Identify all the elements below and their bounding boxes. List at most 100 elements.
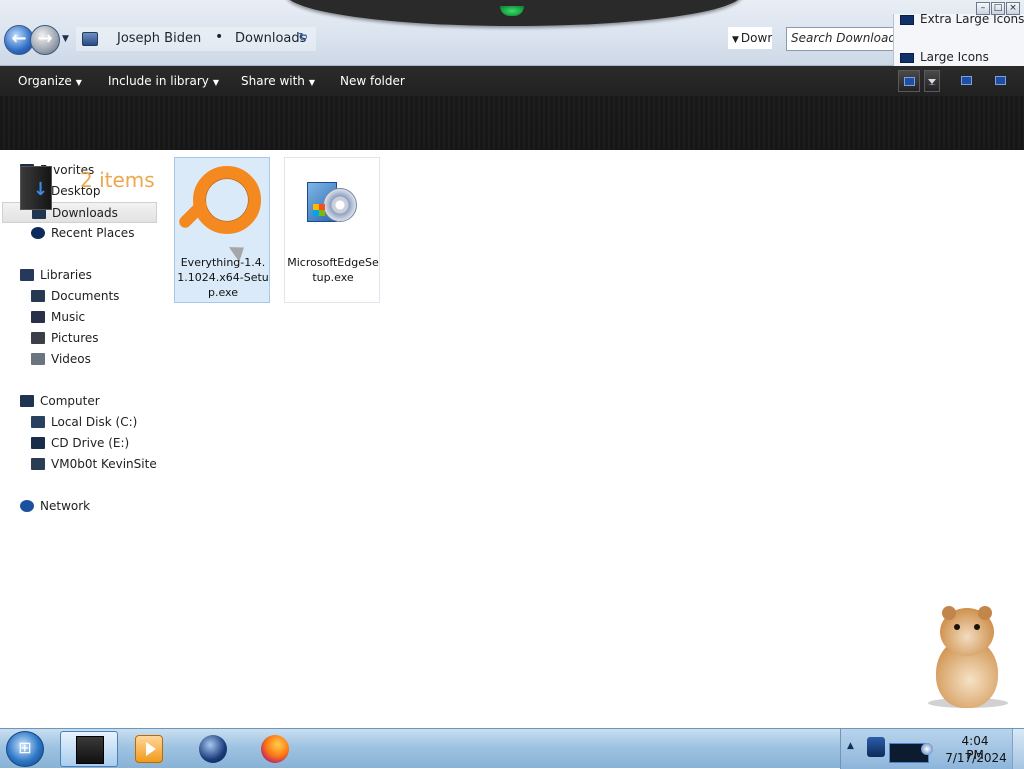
item-count: 2 items <box>80 168 155 192</box>
nav-label: CD Drive (E:) <box>51 436 130 450</box>
preview-pane-icon <box>961 76 972 85</box>
cd-drive-icon <box>31 437 45 449</box>
download-arrow-icon: ↓ <box>33 179 49 200</box>
nav-label: Computer <box>40 394 100 408</box>
mascot-ear <box>942 606 956 620</box>
close-button[interactable]: × <box>1006 2 1020 15</box>
dropdown-caret-icon: ▼ <box>308 78 316 87</box>
address-bar[interactable]: Joseph Biden • Downloads ↻ <box>76 27 316 51</box>
nav-label: Network <box>40 499 91 513</box>
view-option-label: Large Icons <box>920 50 989 64</box>
folder-location-icon <box>82 32 98 46</box>
recent-places-icon <box>31 227 45 239</box>
breadcrumb-user[interactable]: Joseph Biden <box>117 31 201 46</box>
nav-network[interactable]: Network <box>20 496 90 517</box>
dropdown-caret-icon: ▼ <box>212 78 220 87</box>
view-thumbnail-icon <box>900 14 914 25</box>
nav-label: Pictures <box>51 331 99 345</box>
start-button[interactable]: ⊞ <box>6 731 44 767</box>
computer-icon <box>20 395 34 407</box>
change-view-button[interactable] <box>898 70 920 92</box>
file-name: Everything-1.4.1.1024.x64-Setup.exe <box>177 256 269 299</box>
nav-local-disk[interactable]: Local Disk (C:) <box>31 412 137 433</box>
view-thumbnail-icon <box>900 52 914 63</box>
tray-shield-icon[interactable] <box>867 737 885 757</box>
nav-label: Libraries <box>40 268 92 282</box>
view-dropdown-label: Dowr <box>740 31 772 45</box>
nav-cd-drive[interactable]: CD Drive (E:) <box>31 433 129 454</box>
include-in-library-button[interactable]: Include in library ▼ <box>108 74 219 88</box>
taskbar-firefox[interactable] <box>246 731 304 767</box>
nav-network-share[interactable]: VM0b0t KevinSite <box>31 454 157 475</box>
dropdown-caret-icon: ▼ <box>75 78 82 87</box>
file-name: MicrosoftEdgeSetup.exe <box>287 256 379 284</box>
view-options-dropdown[interactable] <box>924 70 940 92</box>
tray-network-icon[interactable] <box>921 743 933 755</box>
downloads-folder-icon: ↓ <box>20 166 52 210</box>
pictures-icon <box>31 332 45 344</box>
forward-arrow-icon: → <box>37 28 53 49</box>
show-desktop-button[interactable] <box>1012 729 1024 769</box>
forward-button[interactable]: → <box>30 25 60 55</box>
media-player-icon <box>135 735 163 763</box>
recent-pages-dropdown[interactable]: ▼ <box>62 32 72 46</box>
clock-date[interactable]: 7/17/2024 <box>945 751 1007 765</box>
tray-expand-icon[interactable]: ▲ <box>847 741 854 751</box>
taskbar-media-player[interactable] <box>120 731 178 767</box>
search-input[interactable]: Search Downloads <box>791 31 902 45</box>
hamster-mascot[interactable] <box>928 606 1008 708</box>
hard-disk-icon <box>31 416 45 428</box>
breadcrumb-separator: • <box>215 29 224 45</box>
maximize-button[interactable]: □ <box>991 2 1005 15</box>
network-drive-icon <box>31 458 45 470</box>
windows-logo-icon <box>313 204 325 216</box>
share-with-label: Share with <box>241 74 305 88</box>
breadcrumb-downloads[interactable]: Downloads <box>235 31 306 46</box>
view-dropdown-ghost[interactable]: ▼ Dowr <box>728 27 772 49</box>
mascot-eye <box>974 624 980 630</box>
mascot-eye <box>954 624 960 630</box>
dropdown-caret-icon: ▼ <box>732 35 739 45</box>
nav-videos[interactable]: Videos <box>31 349 91 370</box>
nav-recent-places[interactable]: Recent Places <box>31 223 134 244</box>
organize-button[interactable]: Organize ▼ <box>18 74 82 88</box>
new-folder-button[interactable]: New folder <box>340 74 405 88</box>
taskbar-explorer[interactable] <box>60 731 118 767</box>
nav-label: Documents <box>51 289 120 303</box>
nav-label: Music <box>51 310 86 324</box>
share-with-button[interactable]: Share with ▼ <box>241 74 315 88</box>
internet-explorer-icon <box>199 735 227 763</box>
help-icon <box>995 76 1006 85</box>
refresh-icon[interactable]: ↻ <box>298 30 308 44</box>
minimize-button[interactable]: – <box>976 2 990 15</box>
file-item-everything-setup[interactable]: Everything-1.4.1.1024.x64-Setup.exe <box>174 157 270 303</box>
navigation-pane: Favorites Desktop Downloads Recent Place… <box>0 150 165 728</box>
view-option-large-icons[interactable]: Large Icons <box>900 50 989 64</box>
file-item-edge-setup[interactable]: MicrosoftEdgeSetup.exe <box>284 157 380 303</box>
file-list: Everything-1.4.1.1024.x64-Setup.exe Micr… <box>165 150 1024 728</box>
taskbar: ⊞ ▲ 4:04 PM 7/17/2024 <box>0 728 1024 769</box>
libraries-icon <box>20 269 34 281</box>
preview-pane-button[interactable] <box>956 70 978 92</box>
explorer-window: ← → ▼ Joseph Biden • Downloads ↻ ▼ Dowr S… <box>0 0 1024 728</box>
back-arrow-icon: ← <box>11 28 27 49</box>
nav-music[interactable]: Music <box>31 307 85 328</box>
nav-computer[interactable]: Computer <box>20 391 100 412</box>
mascot-ear <box>978 606 992 620</box>
nav-label: Recent Places <box>51 226 135 240</box>
include-in-library-label: Include in library <box>108 74 209 88</box>
nav-label: VM0b0t KevinSite <box>51 457 157 471</box>
taskbar-internet-explorer[interactable] <box>184 731 242 767</box>
nav-pictures[interactable]: Pictures <box>31 328 99 349</box>
command-bar: Organize ▼ Include in library ▼ Share with… <box>0 66 1024 210</box>
windows-explorer-icon <box>76 736 104 764</box>
organize-label: Organize <box>18 74 72 88</box>
nav-documents[interactable]: Documents <box>31 286 119 307</box>
videos-icon <box>31 353 45 365</box>
help-button[interactable] <box>990 70 1012 92</box>
nav-libraries[interactable]: Libraries <box>20 265 92 286</box>
view-options-list: Extra Large Icons Large Icons <box>893 12 1024 66</box>
system-tray: ▲ 4:04 PM 7/17/2024 <box>840 729 1024 769</box>
installer-disc <box>323 188 357 222</box>
view-icon <box>904 77 915 86</box>
